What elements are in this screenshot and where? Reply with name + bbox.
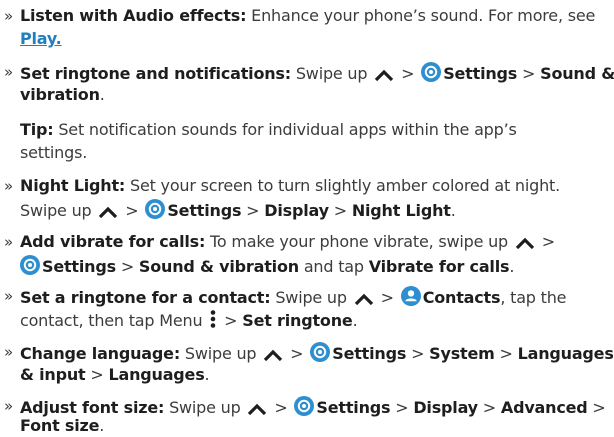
bullet: » (4, 397, 13, 415)
chevron-up-icon (354, 291, 374, 311)
item-label: Adjust font size: (20, 398, 165, 417)
contacts-icon (400, 286, 421, 311)
chevron-up-icon (263, 347, 283, 367)
settings-icon (294, 396, 315, 421)
bullet: » (4, 287, 13, 305)
bullet: » (4, 233, 13, 251)
chevron-up-icon (515, 235, 535, 255)
chevron-up-icon (374, 67, 394, 87)
chevron-up-icon (247, 401, 267, 421)
item-label: Listen with Audio effects: (20, 6, 247, 25)
tip-label: Tip: (20, 120, 54, 139)
settings-icon (421, 62, 442, 87)
settings-icon (20, 255, 40, 280)
bullet: » (4, 63, 13, 81)
bullet: » (4, 7, 13, 25)
item-label: Change language: (20, 344, 181, 363)
item-label: Set a ringtone for a contact: (20, 288, 271, 307)
play-link[interactable]: Play. (20, 29, 62, 48)
bullet: » (4, 177, 13, 195)
item-label: Night Light: (20, 176, 126, 195)
item-label: Set ringtone and notifications: (20, 64, 291, 83)
chevron-up-icon (98, 204, 118, 224)
item-label: Add vibrate for calls: (20, 232, 206, 251)
bullet: » (4, 343, 13, 361)
help-page: » Listen with Audio effects: Enhance you… (4, 6, 614, 435)
menu-dots-icon (209, 309, 217, 334)
settings-icon (310, 342, 331, 367)
settings-icon (145, 199, 166, 224)
